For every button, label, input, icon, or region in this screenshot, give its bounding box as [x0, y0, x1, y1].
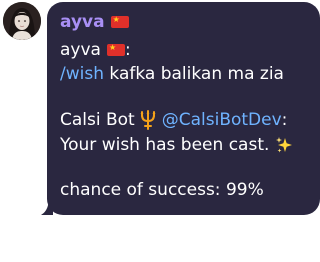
- bot-mention-link[interactable]: @CalsiBotDev: [162, 110, 282, 130]
- reply-text: Your wish has been cast.: [60, 135, 270, 155]
- sender-header[interactable]: ayva: [60, 12, 129, 32]
- command-text: kafka balikan ma zia: [104, 64, 284, 84]
- chance-text: chance of success: 99%: [60, 180, 264, 200]
- avatar[interactable]: [3, 2, 41, 40]
- command-line: /wish kafka balikan ma zia: [60, 64, 284, 84]
- bot-name: Calsi Bot: [60, 110, 135, 130]
- quoted-sender-line: ayva :: [60, 40, 131, 60]
- chance-line: chance of success: 99%: [60, 180, 264, 200]
- bubble-tail: [41, 196, 53, 215]
- trident-icon: [140, 110, 156, 130]
- sender-name[interactable]: ayva: [60, 12, 105, 32]
- quoted-colon: :: [124, 40, 131, 60]
- command-link[interactable]: /wish: [60, 64, 104, 84]
- red-flag-icon: [110, 14, 129, 28]
- reply-line: Your wish has been cast.: [60, 135, 293, 155]
- chat-message: ayva ayva : /wish kafka balikan ma zia C…: [0, 0, 320, 262]
- red-flag-icon: [106, 42, 125, 56]
- quoted-sender-name: ayva: [60, 40, 101, 60]
- bot-colon: :: [281, 110, 288, 130]
- bot-header-line: Calsi Bot @CalsiBotDev :: [60, 110, 287, 130]
- sparkles-icon: [276, 137, 293, 153]
